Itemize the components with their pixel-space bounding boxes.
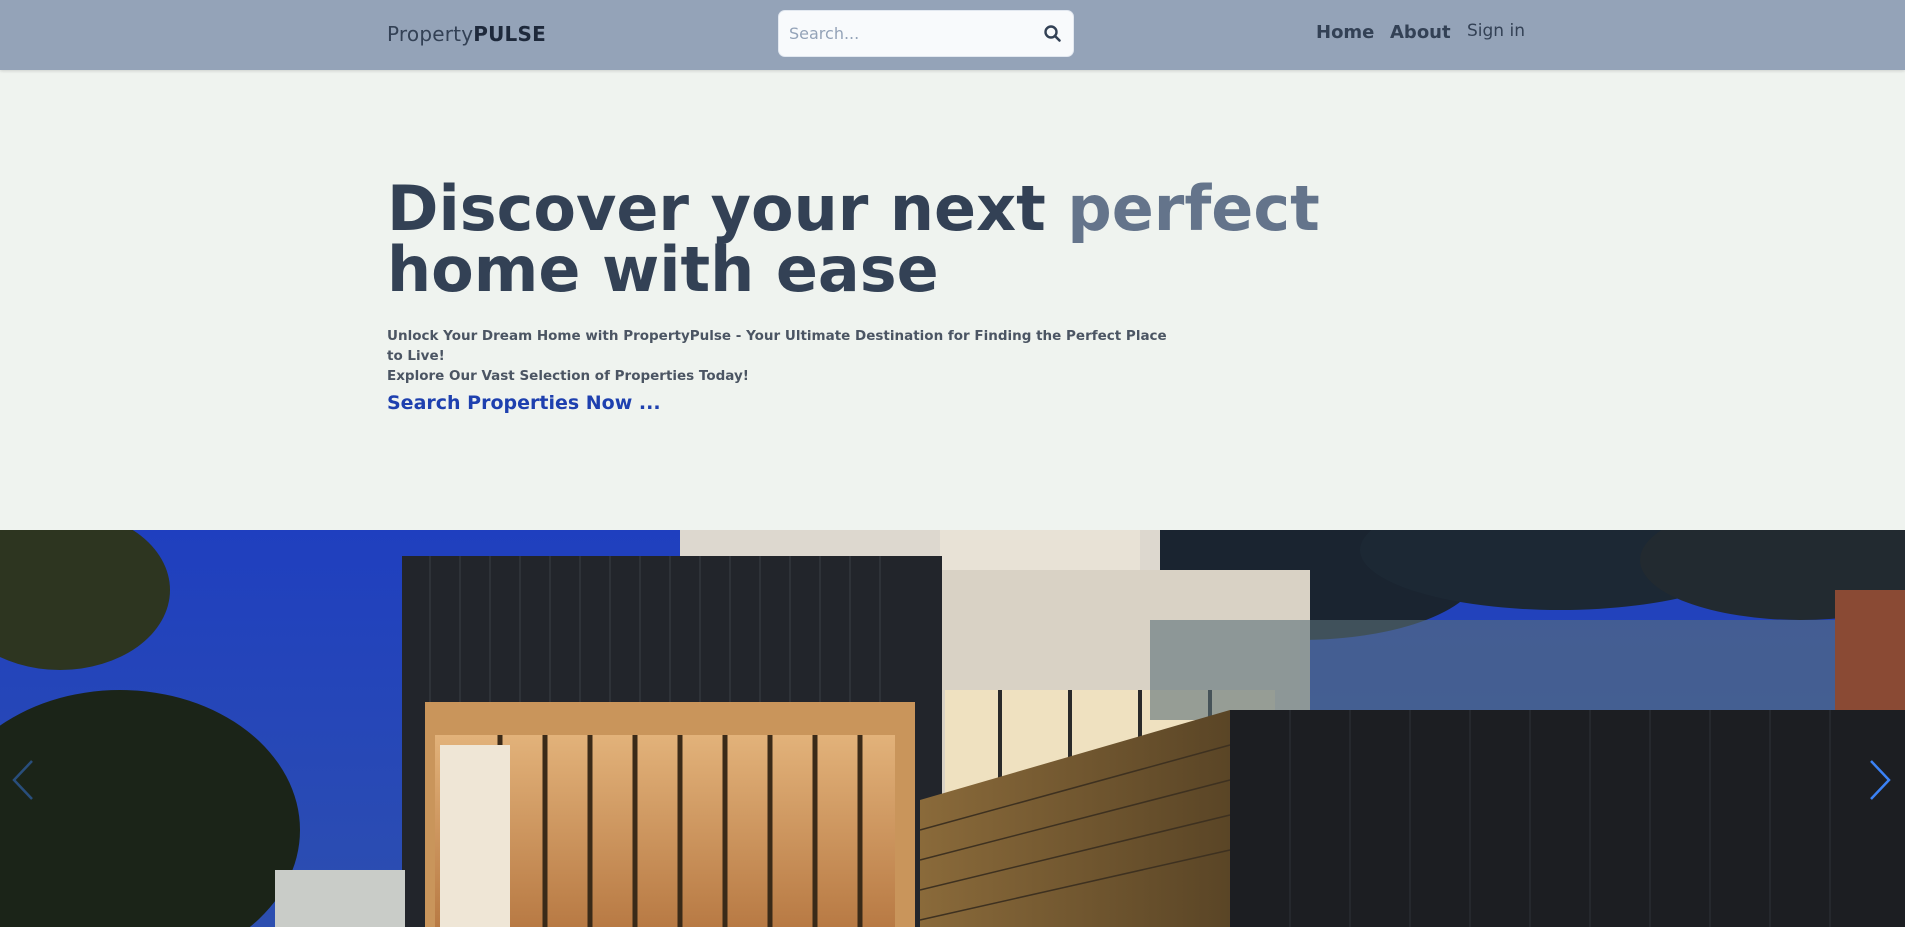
- hero-subtitle-line2: Explore Our Vast Selection of Properties…: [387, 368, 749, 384]
- chevron-left-icon[interactable]: [8, 755, 38, 805]
- nav-link-signin[interactable]: Sign in: [1467, 21, 1525, 41]
- brand-logo[interactable]: PropertyPULSE: [387, 22, 546, 46]
- hero-title-accent: perfect: [1067, 172, 1320, 245]
- brand-name-part1: Property: [387, 22, 474, 46]
- search-icon[interactable]: [1043, 24, 1063, 44]
- hero-title: Discover your next perfect home with eas…: [387, 178, 1320, 301]
- hero-subtitle: Unlock Your Dream Home with PropertyPuls…: [387, 326, 1167, 386]
- search-properties-link[interactable]: Search Properties Now ...: [387, 392, 661, 414]
- hero-subtitle-line1: Unlock Your Dream Home with PropertyPuls…: [387, 328, 1167, 364]
- navbar: PropertyPULSE Home About Sign in: [0, 0, 1905, 70]
- search-box: [778, 10, 1074, 57]
- brand-name-part2: PULSE: [473, 22, 546, 46]
- nav-link-about[interactable]: About: [1390, 22, 1451, 43]
- house-photo: [0, 530, 1905, 927]
- hero-carousel: [0, 530, 1905, 927]
- search-input[interactable]: [789, 11, 1029, 56]
- nav-link-home[interactable]: Home: [1316, 22, 1374, 43]
- chevron-right-icon[interactable]: [1865, 755, 1895, 805]
- hero-title-part2: home with ease: [387, 233, 939, 306]
